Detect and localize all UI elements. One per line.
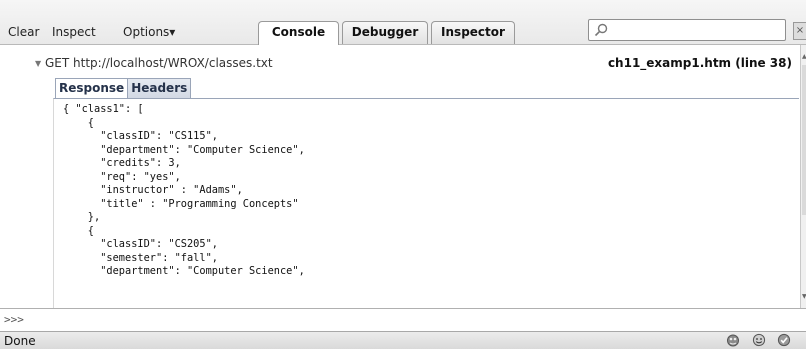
scroll-up-icon[interactable]: ▲ [802, 53, 806, 60]
console-panel: ▼ GET http://localhost/WROX/classes.txt … [0, 45, 800, 308]
code-line: "title" : "Programming Concepts" [63, 197, 299, 210]
options-menu[interactable]: Options▾ [123, 25, 175, 39]
tab-debugger[interactable]: Debugger [342, 21, 428, 44]
response-body: { "class1": [ { "classID": "CS115", "dep… [63, 103, 305, 279]
code-line: "classID": "CS115", [63, 130, 218, 142]
command-line: >>> [0, 308, 806, 331]
inspect-button[interactable]: Inspect [52, 25, 96, 39]
code-line: { [63, 116, 94, 129]
smiley-icon[interactable] [752, 333, 766, 347]
command-prompt: >>> [4, 313, 24, 326]
firebug-icon[interactable] [726, 333, 740, 347]
subtab-headers[interactable]: Headers [127, 78, 192, 98]
code-line: "req": "yes", [63, 170, 181, 183]
close-icon[interactable]: × [793, 22, 806, 40]
scroll-thumb[interactable] [802, 65, 806, 215]
clear-button[interactable]: Clear [8, 25, 39, 39]
search-icon [594, 23, 608, 37]
code-line: "department": "Computer Science", [63, 143, 305, 156]
network-request-row[interactable]: ▼ GET http://localhost/WROX/classes.txt … [0, 45, 800, 75]
response-subtabs: Response Headers [55, 78, 192, 98]
status-text: Done [4, 334, 36, 348]
code-line: }, [63, 211, 101, 223]
code-line: "department": "Computer Science", [63, 265, 305, 277]
code-line: "classID": "CS205", [63, 238, 218, 250]
code-line: "instructor" : "Adams", [63, 184, 243, 196]
firebug-toolbar: Clear Inspect Options▾ Console Debugger … [0, 0, 806, 45]
subtab-response[interactable]: Response [55, 78, 129, 98]
tab-inspector[interactable]: Inspector [431, 21, 515, 44]
request-url: GET http://localhost/WROX/classes.txt [45, 56, 273, 70]
code-line: "credits": 3, [63, 157, 181, 169]
request-source-link[interactable]: ch11_examp1.htm (line 38) [608, 56, 792, 70]
code-line: { [63, 224, 94, 237]
expand-triangle-icon[interactable]: ▼ [35, 59, 41, 68]
code-line: "semester": "fall", [63, 251, 218, 264]
status-bar: Done [0, 331, 806, 349]
search-field[interactable] [588, 19, 786, 41]
check-icon[interactable] [777, 333, 791, 347]
command-input[interactable] [32, 311, 792, 327]
scroll-down-icon[interactable]: ▼ [802, 293, 806, 300]
vertical-scrollbar[interactable]: ▲ ▼ [800, 45, 806, 308]
tab-console[interactable]: Console [258, 21, 339, 45]
code-line: { "class1": [ [63, 103, 144, 115]
